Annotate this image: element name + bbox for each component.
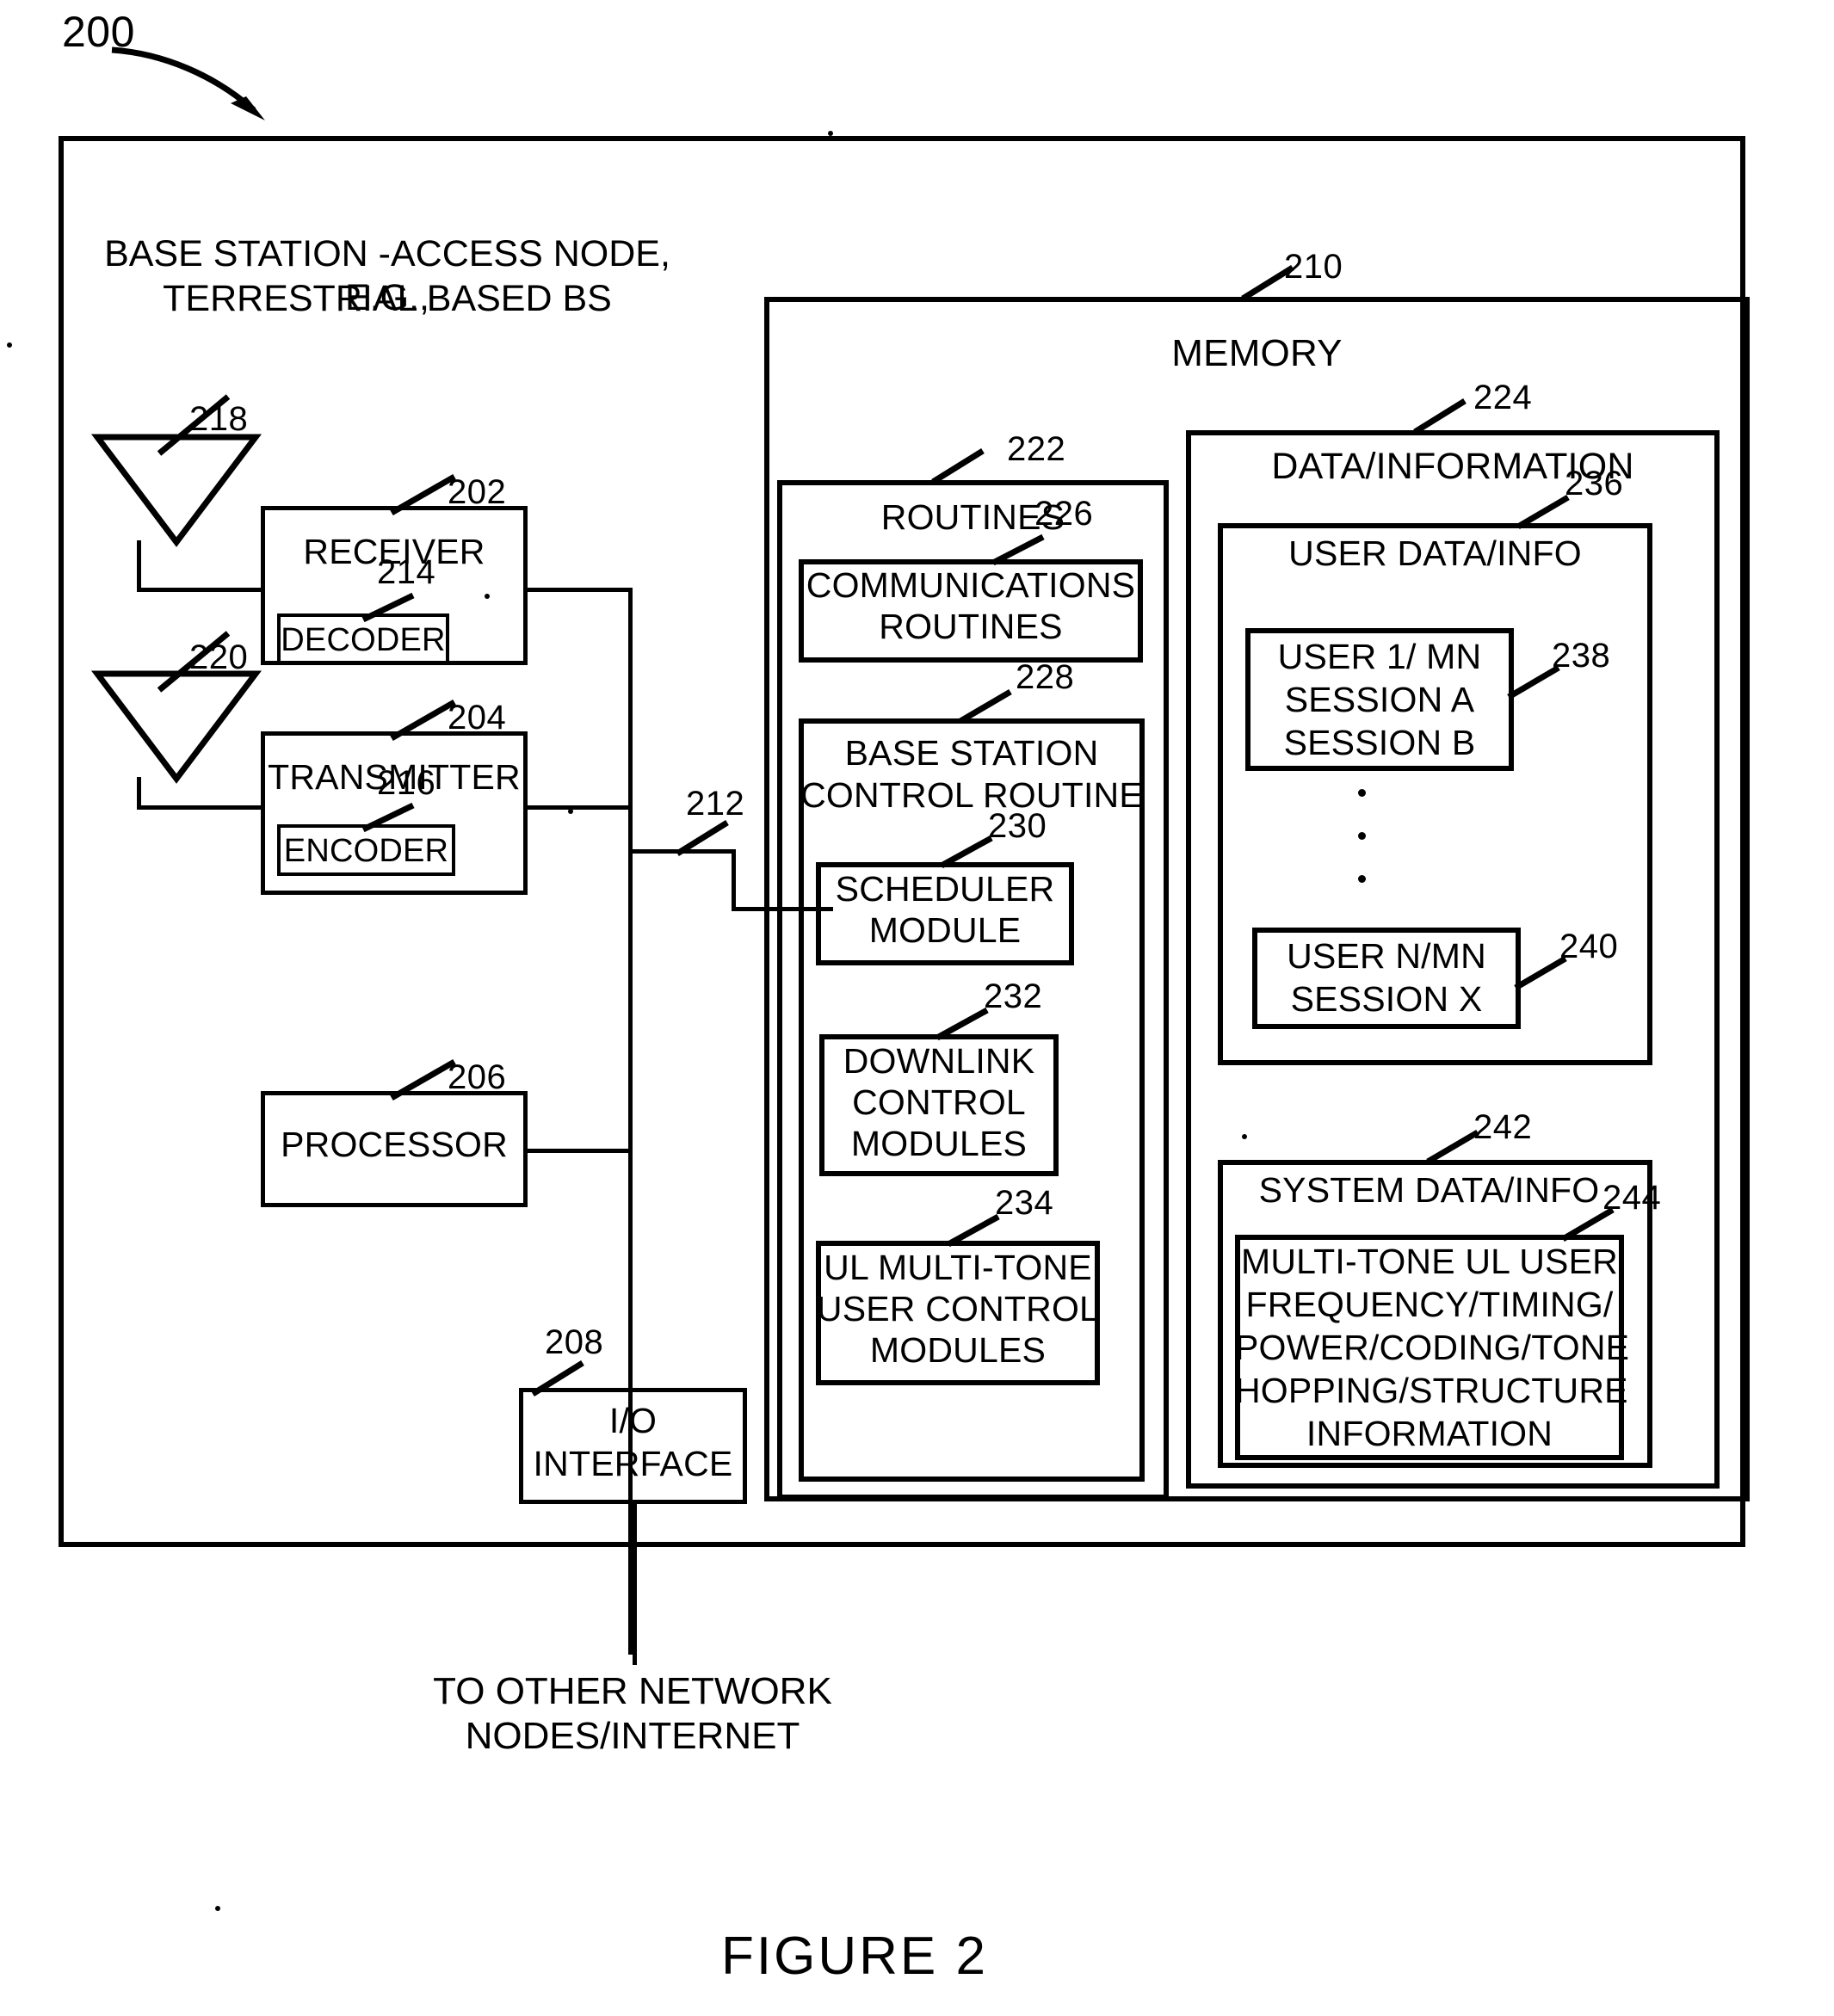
- userN-line2: SESSION X: [1290, 979, 1483, 1019]
- ref-234: 234: [995, 1184, 1054, 1222]
- antenna-rx-downlead: [137, 540, 141, 592]
- to-network-label-line1: TO OTHER NETWORK: [433, 1670, 832, 1712]
- receiver-to-bus: [525, 588, 632, 592]
- to-network-label-line2: NODES/INTERNET: [465, 1715, 800, 1757]
- ref-232: 232: [984, 977, 1043, 1015]
- ref-216: 216: [377, 764, 436, 802]
- io-interface-down-line: [633, 1501, 637, 1665]
- processor-to-bus: [525, 1149, 632, 1153]
- ul-multitone-line2: USER CONTROL: [816, 1289, 1100, 1329]
- ref-238: 238: [1552, 637, 1611, 675]
- ref-222: 222: [1007, 430, 1066, 468]
- figure-caption: FIGURE 2: [721, 1927, 988, 1986]
- user-data-info-label: USER DATA/INFO: [1288, 533, 1582, 573]
- ellipsis-dot: [1358, 875, 1366, 883]
- bus-212-lead: [676, 820, 729, 856]
- ref-242: 242: [1473, 1108, 1533, 1146]
- encoder-label: ENCODER: [283, 833, 449, 869]
- io-interface-lead: [531, 1360, 584, 1396]
- ref-218: 218: [189, 400, 249, 438]
- ul-multitone-line1: UL MULTI-TONE: [824, 1248, 1092, 1287]
- scheduler-module-line2: MODULE: [868, 910, 1022, 950]
- ref-202: 202: [448, 473, 507, 511]
- antenna-rx-to-receiver: [137, 588, 264, 592]
- ref-212: 212: [686, 785, 745, 823]
- routines-lead: [931, 448, 985, 484]
- ref-208: 208: [545, 1323, 604, 1361]
- ref-236: 236: [1565, 465, 1624, 502]
- ref-240: 240: [1559, 928, 1619, 965]
- scheduler-module-line1: SCHEDULER: [835, 869, 1055, 909]
- encoder-lead: [361, 802, 415, 833]
- multitone-line2: FREQUENCY/TIMING/: [1245, 1285, 1614, 1324]
- downlink-control-line1: DOWNLINK: [843, 1041, 1035, 1081]
- multitone-line5: INFORMATION: [1306, 1414, 1553, 1453]
- ref-214: 214: [377, 553, 436, 591]
- scan-speck: [7, 342, 12, 348]
- communications-routines-lead: [991, 533, 1045, 566]
- decoder-label: DECODER: [281, 622, 446, 658]
- ul-multitone-line3: MODULES: [869, 1330, 1047, 1370]
- bs-control-routine-line2: CONTROL ROUTINE: [800, 775, 1143, 815]
- multitone-line4: HOPPING/STRUCTURE: [1235, 1371, 1628, 1410]
- scan-speck: [215, 1906, 220, 1911]
- io-interface-label-line2: INTERFACE: [533, 1444, 733, 1483]
- data-information-label: DATA/INFORMATION: [1271, 446, 1634, 487]
- decoder-lead: [361, 592, 415, 623]
- ellipsis-dot: [1358, 789, 1366, 797]
- ref-224: 224: [1473, 379, 1533, 416]
- user1-line3: SESSION B: [1283, 723, 1476, 762]
- ref-210: 210: [1284, 248, 1343, 286]
- ref-206: 206: [448, 1058, 507, 1096]
- ref-228: 228: [1016, 658, 1075, 696]
- processor-label: PROCESSOR: [281, 1125, 508, 1164]
- user1-line2: SESSION A: [1284, 680, 1475, 719]
- ref-226: 226: [1034, 495, 1094, 533]
- user1-line1: USER 1/ MN: [1277, 637, 1482, 676]
- multitone-line3: POWER/CODING/TONE: [1235, 1328, 1630, 1367]
- base-station-title-line2: TERRESTRIAL BASED BS: [163, 278, 612, 319]
- io-interface-label-line1: I/O: [608, 1401, 658, 1440]
- communications-routines-line1: COMMUNICATIONS: [806, 565, 1136, 605]
- ref-220: 220: [189, 638, 249, 676]
- antenna-tx-to-transmitter: [137, 805, 264, 810]
- downlink-control-line2: CONTROL: [852, 1082, 1026, 1122]
- routines-label: ROUTINES: [880, 497, 1065, 537]
- downlink-control-line3: MODULES: [850, 1124, 1028, 1163]
- figure-lead-arrow: [111, 46, 265, 120]
- ref-230: 230: [988, 807, 1047, 845]
- bs-control-routine-line1: BASE STATION: [844, 733, 1099, 773]
- userN-line1: USER N/MN: [1287, 936, 1486, 976]
- transmitter-to-bus: [525, 805, 632, 810]
- memory-label: MEMORY: [1171, 332, 1343, 374]
- communications-routines-line2: ROUTINES: [879, 607, 1063, 646]
- ellipsis-dot: [1358, 832, 1366, 840]
- ref-204: 204: [448, 699, 507, 737]
- multitone-line1: MULTI-TONE UL USER: [1241, 1242, 1618, 1281]
- ref-244: 244: [1602, 1179, 1662, 1217]
